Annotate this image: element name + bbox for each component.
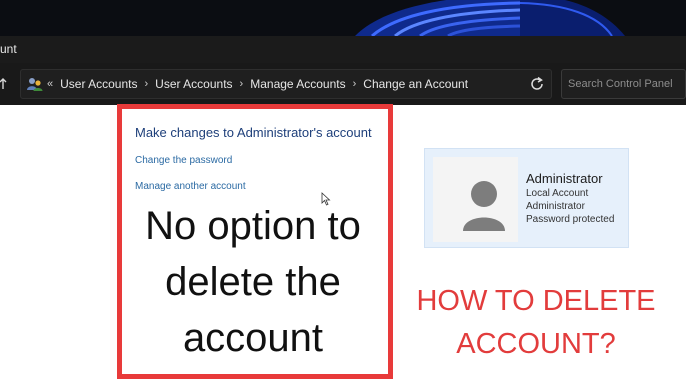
breadcrumb-overflow[interactable]: « [47,78,53,90]
overlay-text-line: No option to [145,204,361,248]
breadcrumb-item[interactable]: Manage Accounts [250,77,345,91]
breadcrumb-item-current[interactable]: Change an Account [363,77,468,91]
window-title: unt [0,42,17,56]
breadcrumb-item[interactable]: User Accounts [60,77,137,91]
overlay-text-line: delete the [165,260,341,304]
breadcrumb: « User Accounts › User Accounts › Manage… [47,77,468,91]
breadcrumb-separator[interactable]: › [353,78,357,90]
account-name: Administrator [526,171,603,186]
account-detail: Password protected [526,214,615,225]
user-accounts-icon [27,76,43,95]
overlay-text-line: account [182,316,324,360]
account-info: Administrator Local Account Administrato… [526,171,614,226]
account-card: Administrator Local Account Administrato… [424,148,629,248]
breadcrumb-separator[interactable]: › [145,78,149,90]
avatar-icon [433,157,518,242]
overlay-caption: HOW TO DELETE ACCOUNT? [398,280,674,366]
refresh-icon[interactable] [529,76,545,95]
address-bar[interactable]: « User Accounts › User Accounts › Manage… [20,69,552,99]
overlay-caption-line: ACCOUNT? [456,328,616,360]
search-box[interactable] [561,69,686,99]
mouse-cursor-icon [321,192,331,211]
window-titlebar: unt [0,36,686,63]
breadcrumb-separator[interactable]: › [240,78,244,90]
account-detail: Local Account [526,188,589,199]
search-input[interactable] [562,70,685,98]
overlay-text: No option to delete the account [120,198,386,366]
overlay-caption-line: HOW TO DELETE [416,285,656,317]
desktop-wallpaper [0,0,686,36]
account-detail: Administrator [526,201,585,212]
breadcrumb-item[interactable]: User Accounts [155,77,232,91]
navigation-bar: « User Accounts › User Accounts › Manage… [0,63,686,105]
up-arrow-icon[interactable] [0,74,12,94]
